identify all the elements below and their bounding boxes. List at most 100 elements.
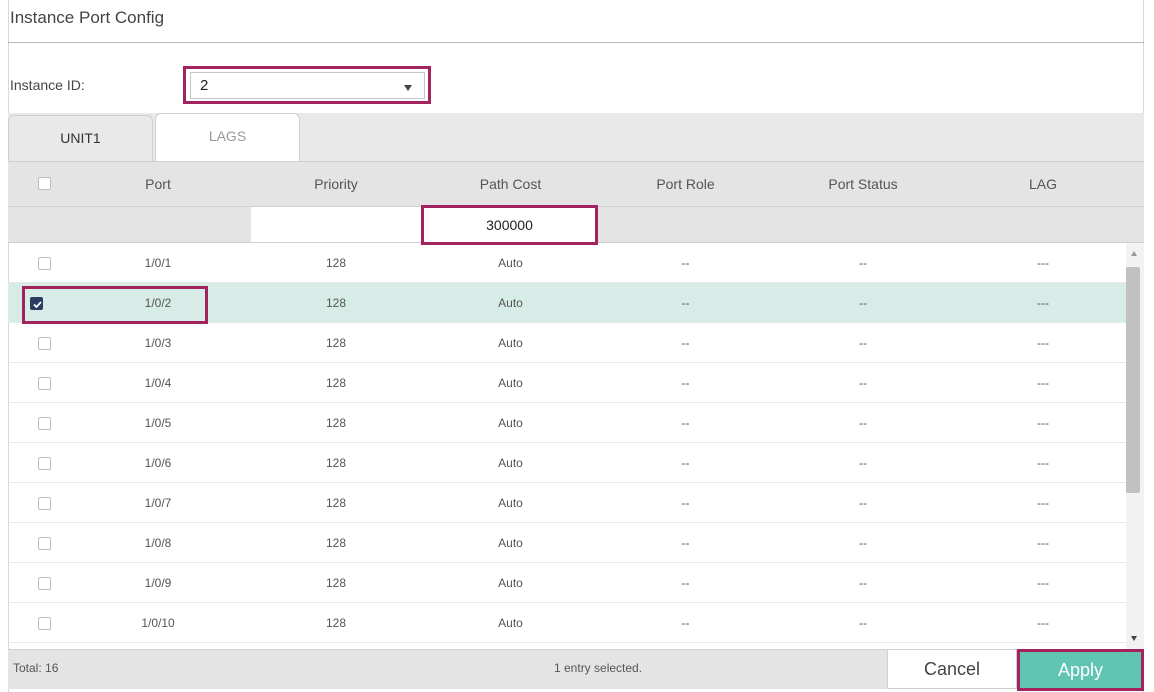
dropdown-arrow-icon[interactable] [404, 85, 412, 91]
cell-lag: --- [1037, 576, 1049, 590]
cell-priority: 128 [325, 456, 347, 470]
row-checkbox[interactable] [38, 417, 51, 430]
cell-port-status: -- [859, 576, 867, 590]
cell-port-status: -- [859, 616, 867, 630]
row-checkbox[interactable] [38, 257, 51, 270]
cell-port-role: -- [681, 576, 690, 590]
table-header: Port Priority Path Cost Port Role Port S… [8, 161, 1144, 207]
row-checkbox[interactable] [38, 457, 51, 470]
cell-port-role: -- [681, 416, 690, 430]
cell-path-cost: Auto [498, 376, 523, 390]
row-checkbox[interactable] [38, 537, 51, 550]
cell-lag: --- [1037, 256, 1049, 270]
table-row[interactable]: 1/0/1 128 Auto -- -- --- [8, 243, 1126, 283]
table-row[interactable]: 1/0/6 128 Auto -- -- --- [8, 443, 1126, 483]
cell-priority: 128 [325, 376, 347, 390]
tab-lags[interactable]: LAGS [155, 113, 300, 161]
cell-priority: 128 [325, 336, 347, 350]
cell-port-status: -- [859, 416, 867, 430]
cell-path-cost: Auto [498, 296, 523, 310]
selection-status: 1 entry selected. [554, 661, 643, 675]
cell-lag: --- [1037, 616, 1049, 630]
table-row[interactable]: 1/0/9 128 Auto -- -- --- [8, 563, 1126, 603]
cell-path-cost: Auto [498, 616, 523, 630]
cell-port-status: -- [859, 496, 867, 510]
table-row[interactable]: 1/0/10 128 Auto -- -- --- [8, 603, 1126, 643]
table-row[interactable]: 1/0/3 128 Auto -- -- --- [8, 323, 1126, 363]
cell-port: 1/0/4 [144, 376, 172, 390]
cell-priority: 128 [325, 496, 347, 510]
scroll-down-arrow-icon[interactable] [1131, 636, 1137, 641]
scroll-up-arrow-icon[interactable] [1131, 251, 1137, 256]
path-cost-filter-input[interactable]: 300000 [421, 205, 598, 245]
cell-port-status: -- [859, 536, 867, 550]
cell-lag: --- [1037, 496, 1049, 510]
instance-id-value: 2 [200, 77, 209, 94]
cell-priority: 128 [325, 416, 347, 430]
cell-port-role: -- [681, 616, 690, 630]
table-scrollbar[interactable] [1126, 243, 1144, 649]
cell-lag: --- [1037, 456, 1049, 470]
cell-port-status: -- [859, 296, 867, 310]
col-lag: LAG [1028, 176, 1057, 192]
cell-port-role: -- [681, 376, 690, 390]
cell-path-cost: Auto [498, 336, 523, 350]
col-port-status: Port Status [828, 176, 898, 192]
row-checkbox[interactable] [38, 497, 51, 510]
table-row[interactable]: 1/0/7 128 Auto -- -- --- [8, 483, 1126, 523]
col-priority: Priority [314, 176, 358, 192]
instance-id-select[interactable]: 2 [190, 72, 425, 99]
cell-port-status: -- [859, 456, 867, 470]
cancel-button[interactable]: Cancel [887, 649, 1017, 689]
cell-port-role: -- [681, 296, 690, 310]
row-checkbox[interactable] [38, 337, 51, 350]
cell-lag: --- [1037, 416, 1049, 430]
cell-lag: --- [1037, 376, 1049, 390]
col-port-role: Port Role [656, 176, 715, 192]
row-checkbox[interactable] [38, 377, 51, 390]
cell-port: 1/0/6 [144, 456, 172, 470]
select-all-checkbox[interactable] [38, 177, 51, 190]
cell-lag: --- [1037, 296, 1049, 310]
cell-lag: --- [1037, 536, 1049, 550]
scroll-thumb[interactable] [1126, 267, 1140, 493]
cell-port-status: -- [859, 376, 867, 390]
page-title: Instance Port Config [10, 8, 165, 27]
cell-priority: 128 [325, 616, 347, 630]
cell-priority: 128 [325, 256, 347, 270]
cell-path-cost: Auto [498, 576, 523, 590]
cell-lag: --- [1037, 336, 1049, 350]
cell-port: 1/0/1 [144, 256, 172, 270]
cell-port: 1/0/8 [144, 536, 172, 550]
cell-path-cost: Auto [498, 536, 523, 550]
cell-port: 1/0/10 [141, 616, 175, 630]
cell-port: 1/0/3 [144, 336, 172, 350]
cell-port-role: -- [681, 456, 690, 470]
title-divider [8, 42, 1144, 43]
cell-path-cost: Auto [498, 256, 523, 270]
table-row[interactable]: 1/0/5 128 Auto -- -- --- [8, 403, 1126, 443]
selected-row-highlight [22, 286, 208, 324]
cell-port-status: -- [859, 336, 867, 350]
cell-port-role: -- [681, 496, 690, 510]
cell-priority: 128 [325, 536, 347, 550]
cell-priority: 128 [325, 576, 347, 590]
cell-path-cost: Auto [498, 416, 523, 430]
tab-unit1[interactable]: UNIT1 [8, 115, 153, 161]
cell-path-cost: Auto [498, 456, 523, 470]
cell-priority: 128 [325, 296, 347, 310]
cell-port: 1/0/7 [144, 496, 172, 510]
col-port: Port [145, 176, 171, 192]
cell-port-status: -- [859, 256, 867, 270]
cell-path-cost: Auto [498, 496, 523, 510]
total-count: Total: 16 [13, 661, 59, 675]
cell-port-role: -- [681, 536, 690, 550]
col-path-cost: Path Cost [479, 176, 542, 192]
cell-port-role: -- [681, 256, 690, 270]
row-checkbox[interactable] [38, 577, 51, 590]
apply-button[interactable]: Apply [1017, 649, 1144, 691]
row-checkbox[interactable] [38, 617, 51, 630]
priority-filter-input[interactable] [251, 207, 423, 242]
table-row[interactable]: 1/0/4 128 Auto -- -- --- [8, 363, 1126, 403]
table-row[interactable]: 1/0/8 128 Auto -- -- --- [8, 523, 1126, 563]
